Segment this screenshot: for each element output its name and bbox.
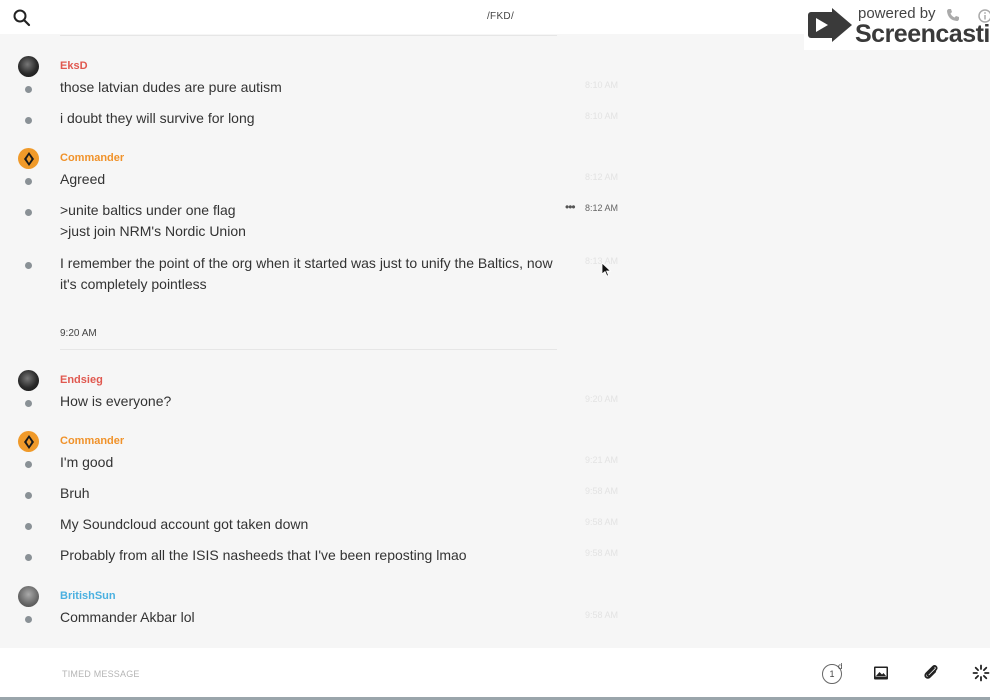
message-time: 9:20 AM — [585, 394, 619, 404]
message-dot — [25, 554, 32, 561]
message-dot — [25, 523, 32, 530]
message-dot — [25, 86, 32, 93]
message-time: 9:21 AM — [585, 455, 619, 465]
message-composer: 1 d — [0, 648, 990, 700]
avatar[interactable] — [18, 148, 39, 169]
divider — [60, 349, 557, 350]
message-time: 8:12 AM — [585, 172, 619, 182]
message-text: those latvian dudes are pure autism — [60, 79, 282, 95]
time-separator: 9:20 AM — [60, 328, 97, 339]
message-time: 8:12 AM — [585, 203, 619, 213]
message-text: How is everyone? — [60, 393, 172, 409]
message-dot — [25, 400, 32, 407]
message-time: 9:58 AM — [585, 486, 619, 496]
message-time: 9:58 AM — [585, 548, 619, 558]
author-name[interactable]: EksD — [60, 60, 88, 72]
author-name[interactable]: Commander — [60, 152, 124, 164]
info-icon[interactable] — [978, 9, 990, 23]
loading-spinner-icon[interactable] — [972, 664, 990, 682]
avatar[interactable] — [18, 370, 39, 391]
message-text: I'm good — [60, 454, 114, 470]
mouse-cursor-icon — [602, 263, 612, 277]
message-dot — [25, 262, 32, 269]
avatar[interactable] — [18, 586, 39, 607]
timer-unit-label: d — [838, 662, 843, 671]
message-text: Probably from all the ISIS nasheeds that… — [60, 547, 467, 563]
message-time: 9:58 AM — [585, 517, 619, 527]
author-name[interactable]: BritishSun — [60, 590, 116, 602]
message-dot — [25, 209, 32, 216]
commander-emblem-icon — [23, 434, 34, 449]
message-dot — [25, 178, 32, 185]
message-text: Agreed — [60, 171, 106, 187]
author-name[interactable]: Endsieg — [60, 374, 103, 386]
avatar[interactable] — [18, 431, 39, 452]
message-feed[interactable]: EksD those latvian dudes are pure autism… — [0, 34, 990, 648]
timed-message-input[interactable] — [60, 660, 664, 688]
divider — [60, 35, 557, 36]
message-text: Commander Akbar lol — [60, 609, 195, 625]
attachment-icon[interactable] — [922, 663, 940, 683]
message-dot — [25, 117, 32, 124]
message-time: 8:10 AM — [585, 111, 619, 121]
message-text: i doubt they will survive for long — [60, 110, 255, 126]
message-text: >unite baltics under one flag >just join… — [60, 202, 246, 239]
author-name[interactable]: Commander — [60, 435, 124, 447]
phone-icon[interactable] — [946, 8, 960, 22]
message-text: I remember the point of the org when it … — [60, 255, 553, 292]
avatar[interactable] — [18, 56, 39, 77]
message-dot — [25, 616, 32, 623]
message-text: My Soundcloud account got taken down — [60, 516, 309, 532]
message-text: Bruh — [60, 485, 90, 501]
message-dot — [25, 492, 32, 499]
message-dot — [25, 461, 32, 468]
commander-emblem-icon — [23, 151, 34, 166]
more-options-icon[interactable]: ••• — [565, 200, 576, 214]
message-time: 8:10 AM — [585, 80, 619, 90]
message-time: 9:58 AM — [585, 610, 619, 620]
image-icon[interactable] — [873, 665, 889, 681]
